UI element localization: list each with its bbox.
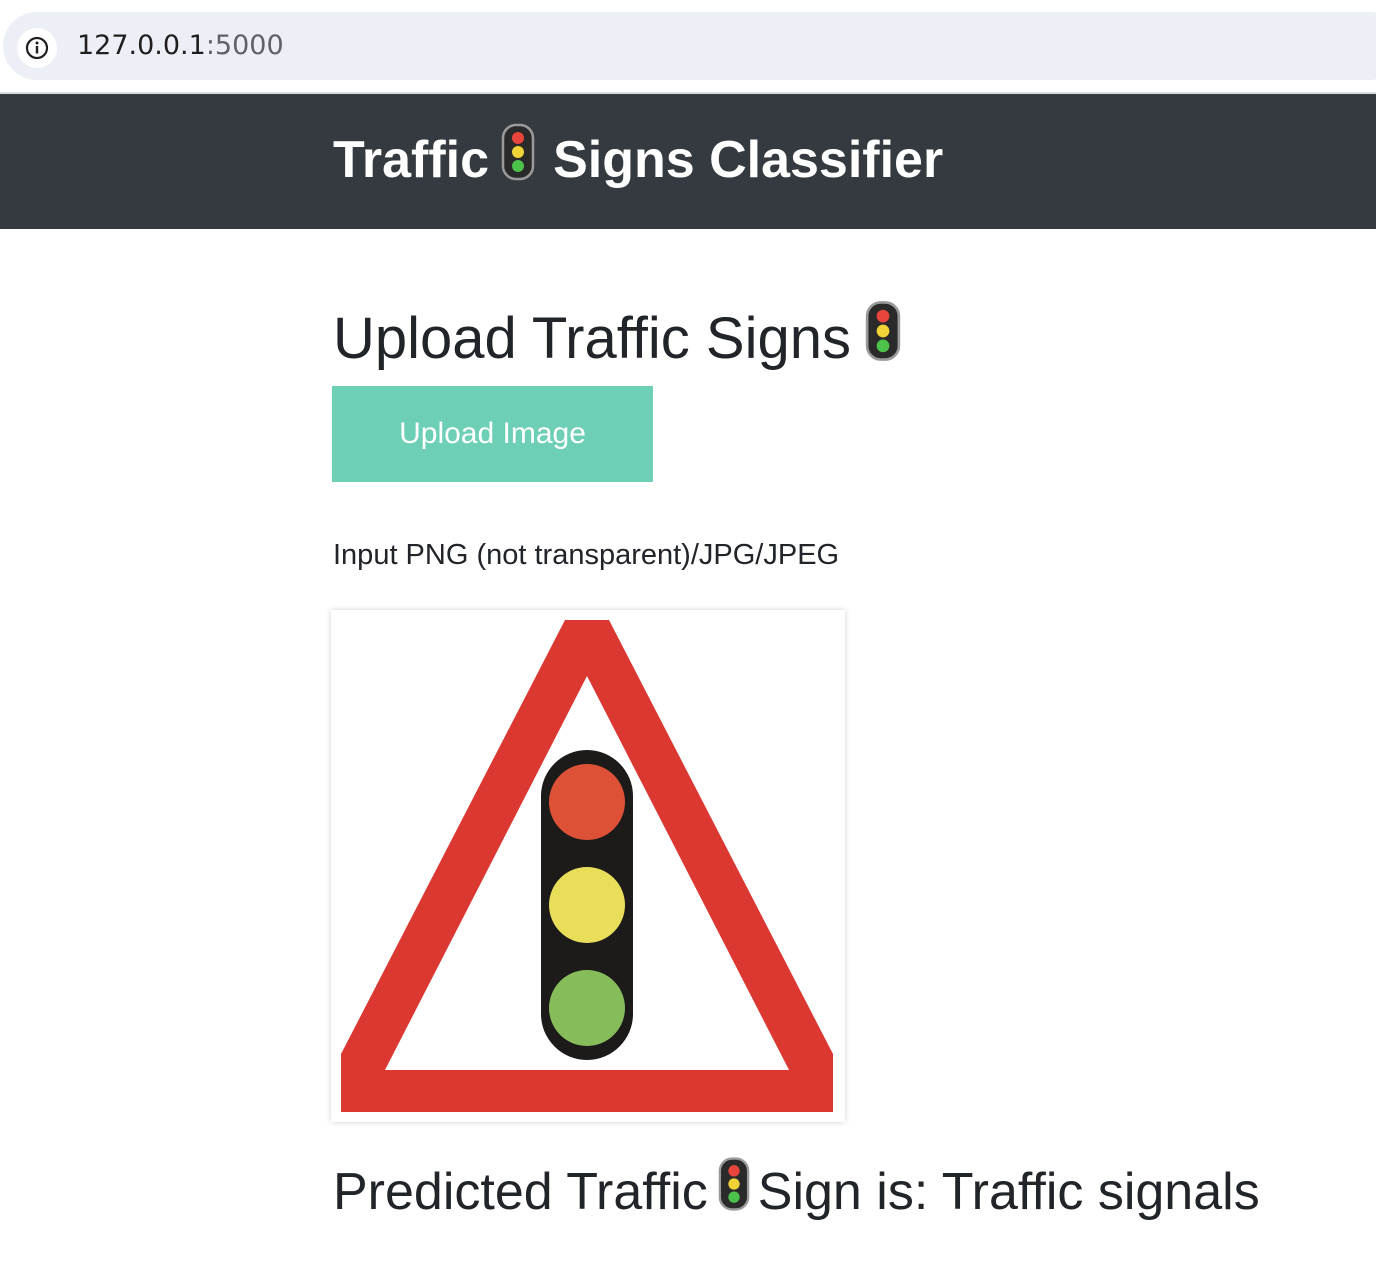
page-title-text: Upload Traffic Signs bbox=[333, 305, 851, 371]
traffic-light-icon bbox=[501, 123, 535, 196]
result-text-part2: Sign is: Traffic signals bbox=[757, 1163, 1260, 1221]
navbar: Traffic Signs Classifier bbox=[0, 94, 1376, 229]
traffic-light-icon bbox=[718, 1156, 750, 1228]
browser-toolbar: 127.0.0.1:5000 bbox=[0, 0, 1376, 94]
result-text-part1: Predicted Traffic bbox=[333, 1163, 708, 1221]
uploaded-image bbox=[331, 610, 845, 1122]
navbar-brand[interactable]: Traffic Signs Classifier bbox=[333, 123, 943, 196]
url-port: :5000 bbox=[205, 30, 284, 61]
input-format-hint: Input PNG (not transparent)/JPG/JPEG bbox=[333, 539, 840, 571]
site-info-icon[interactable] bbox=[17, 28, 57, 68]
brand-text-part1: Traffic bbox=[333, 130, 490, 189]
upload-image-button[interactable]: Upload Image bbox=[332, 386, 653, 482]
traffic-light-icon bbox=[865, 300, 901, 377]
address-bar[interactable]: 127.0.0.1:5000 bbox=[3, 12, 1376, 80]
page-title: Upload Traffic Signs bbox=[333, 300, 901, 377]
prediction-result: Predicted Traffic Sign is: Traffic signa… bbox=[333, 1156, 1260, 1228]
url-host: 127.0.0.1 bbox=[77, 30, 206, 61]
brand-text-part2: Signs Classifier bbox=[553, 130, 944, 189]
traffic-signals-warning-sign bbox=[341, 620, 833, 1112]
url-text[interactable]: 127.0.0.1:5000 bbox=[77, 29, 284, 63]
